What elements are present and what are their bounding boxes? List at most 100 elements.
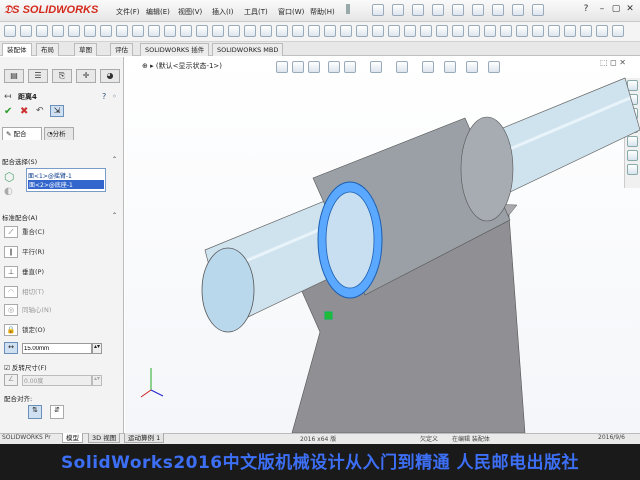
toolbar-icon-19[interactable] <box>292 25 304 37</box>
aligned-button-icon[interactable]: ⇅ <box>28 405 42 419</box>
help-icon[interactable]: ? <box>580 3 592 15</box>
undo-icon[interactable] <box>472 4 484 16</box>
tab-addins[interactable]: SOLIDWORKS 插件 <box>140 43 210 56</box>
solidworks-logo[interactable]: 𝔇S SOLIDWORKS <box>4 4 98 17</box>
maximize-icon[interactable]: ▢ <box>610 3 622 15</box>
menu-help[interactable]: 帮助(H) <box>310 7 335 17</box>
menu-edit[interactable]: 编辑(E) <box>146 7 170 17</box>
tab-sketch[interactable]: 草图 <box>74 43 97 56</box>
selection-item[interactable]: 面<1>@摇臂-1 <box>28 171 72 180</box>
angle-mate-button-icon[interactable]: ∠ <box>4 374 18 386</box>
toolbar-icon-23[interactable] <box>356 25 368 37</box>
menu-tools[interactable]: 工具(T) <box>244 7 268 17</box>
toolbar-icon-4[interactable] <box>52 25 64 37</box>
toolbar-icon-39[interactable] <box>612 25 624 37</box>
toolbar-icon-20[interactable] <box>308 25 320 37</box>
toolbar-icon-32[interactable] <box>500 25 512 37</box>
anti-aligned-button-icon[interactable]: ⇵ <box>50 405 64 419</box>
toolbar-icon-22[interactable] <box>340 25 352 37</box>
toolbar-icon-25[interactable] <box>388 25 400 37</box>
toolbar-icon-18[interactable] <box>276 25 288 37</box>
toolbar-icon-34[interactable] <box>532 25 544 37</box>
toolbar-icon-29[interactable] <box>452 25 464 37</box>
toolbar-icon-14[interactable] <box>212 25 224 37</box>
distance-mate-button-icon[interactable]: ↔ <box>4 342 18 354</box>
toolbar-icon-33[interactable] <box>516 25 528 37</box>
rebuild-icon[interactable] <box>512 4 524 16</box>
menu-insert[interactable]: 插入(I) <box>212 7 234 17</box>
pin-icon[interactable] <box>340 4 350 14</box>
toolbar-icon-8[interactable] <box>116 25 128 37</box>
cancel-x-icon[interactable]: ✖ <box>20 106 28 117</box>
open-icon[interactable] <box>412 4 424 16</box>
tab-assembly[interactable]: 装配体 <box>2 43 32 56</box>
save-icon[interactable] <box>432 4 444 16</box>
toolbar-icon-1[interactable] <box>4 25 16 37</box>
ok-check-icon[interactable]: ✔ <box>4 106 12 117</box>
restore-viewport-icon[interactable]: ⬚ ◻ ✕ <box>600 58 626 67</box>
help-icon-pm[interactable]: ? <box>102 92 106 101</box>
select-icon[interactable] <box>492 4 504 16</box>
menu-file[interactable]: 文件(F) <box>116 7 140 17</box>
undo-pm-icon[interactable]: ↶ <box>36 106 44 116</box>
new-document-icon[interactable] <box>392 4 404 16</box>
feature-tree-tab-icon[interactable]: ▤ <box>4 69 24 83</box>
toolbar-icon-7[interactable] <box>100 25 112 37</box>
tab-analysis[interactable]: ◔分析 <box>44 127 74 140</box>
toolbar-icon-5[interactable] <box>68 25 80 37</box>
minimize-icon[interactable]: – <box>596 3 608 15</box>
selection-item-selected[interactable]: 面<2>@底座-1 <box>28 180 104 189</box>
toolbar-icon-36[interactable] <box>564 25 576 37</box>
toolbar-icon-10[interactable] <box>148 25 160 37</box>
mate-handle[interactable] <box>324 311 333 320</box>
toolbar-icon-31[interactable] <box>484 25 496 37</box>
toolbar-icon-15[interactable] <box>228 25 240 37</box>
toolbar-icon-17[interactable] <box>260 25 272 37</box>
checkbox-icon[interactable]: ☑ <box>4 364 12 372</box>
dim-xpert-tab-icon[interactable]: ✛ <box>76 69 96 83</box>
options-icon[interactable] <box>532 4 544 16</box>
pushpin-icon[interactable]: ⇲ <box>50 105 64 117</box>
toolbar-icon-28[interactable] <box>436 25 448 37</box>
collapse-caret-icon-2[interactable]: ⌃ <box>112 212 117 219</box>
standard-mates-header[interactable]: 标准配合(A) <box>2 212 120 222</box>
toolbar-icon-26[interactable] <box>404 25 416 37</box>
tab-mates[interactable]: ✎ 配合 <box>2 127 42 140</box>
flip-dimension-row[interactable]: ☑ 反转尺寸(F) <box>4 362 47 372</box>
tab-model[interactable]: 模型 <box>62 433 83 443</box>
display-manager-tab-icon[interactable]: ◕ <box>100 69 120 83</box>
mate-selections-header[interactable]: 配合选择(S) <box>2 156 120 166</box>
config-manager-tab-icon[interactable]: ⎘ <box>52 69 72 83</box>
assembly-model[interactable] <box>125 70 640 433</box>
toolbar-icon-16[interactable] <box>244 25 256 37</box>
toolbar-icon-27[interactable] <box>420 25 432 37</box>
rod-end-face[interactable] <box>201 247 255 333</box>
toolbar-icon-6[interactable] <box>84 25 96 37</box>
distance-spinner[interactable]: ▴▾ <box>92 343 102 354</box>
mate-perpendicular[interactable]: ⊥ 垂直(P) <box>4 265 114 279</box>
menu-window[interactable]: 窗口(W) <box>278 7 304 17</box>
toolbar-icon-37[interactable] <box>580 25 592 37</box>
mate-tangent[interactable]: ◠ 相切(T) <box>4 285 114 299</box>
tab-evaluate[interactable]: 评估 <box>110 43 133 56</box>
toolbar-icon-21[interactable] <box>324 25 336 37</box>
toolbar-icon-2[interactable] <box>20 25 32 37</box>
toolbar-icon-30[interactable] <box>468 25 480 37</box>
collapse-caret-icon[interactable]: ⌃ <box>112 156 117 163</box>
mate-parallel[interactable]: ∥ 平行(R) <box>4 245 114 259</box>
pin-pm-icon[interactable]: ◦ <box>112 92 117 101</box>
distance-input[interactable] <box>22 343 92 354</box>
close-icon[interactable]: ✕ <box>624 3 636 15</box>
mate-lock[interactable]: 🔒 锁定(O) <box>4 323 114 337</box>
toolbar-icon-11[interactable] <box>164 25 176 37</box>
tab-layout[interactable]: 布局 <box>36 43 59 56</box>
tab-3d-views[interactable]: 3D 视图 <box>88 433 121 443</box>
toolbar-icon-9[interactable] <box>132 25 144 37</box>
tab-mbd[interactable]: SOLIDWORKS MBD <box>212 43 284 56</box>
toolbar-icon-24[interactable] <box>372 25 384 37</box>
tab-motion-study[interactable]: 运动算例 1 <box>124 433 165 443</box>
toolbar-icon-13[interactable] <box>196 25 208 37</box>
toolbar-icon-3[interactable] <box>36 25 48 37</box>
property-manager-tab-icon[interactable]: ☰ <box>28 69 48 83</box>
toolbar-icon-12[interactable] <box>180 25 192 37</box>
